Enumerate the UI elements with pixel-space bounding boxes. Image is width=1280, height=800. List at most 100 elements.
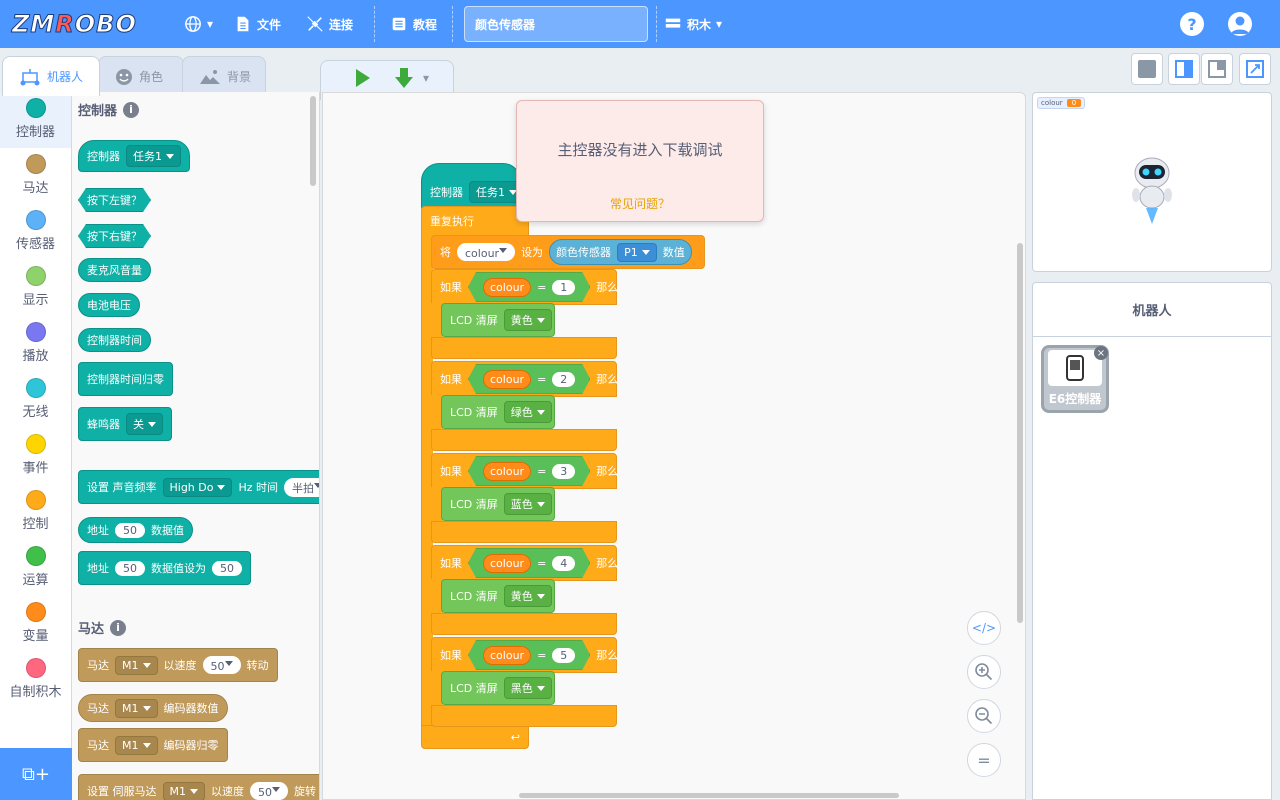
block-set-frequency[interactable]: 设置 声音频率 High Do Hz 时间 半拍 [78, 470, 319, 504]
workspace-v-scrollbar[interactable] [1017, 243, 1023, 623]
if-header[interactable]: 如果 colour = 1 那么 [431, 269, 618, 305]
colour-reporter[interactable]: colour [483, 370, 531, 389]
category-0[interactable]: 控制器 [0, 92, 71, 148]
code-view-button[interactable]: </> [967, 611, 1001, 645]
address-input[interactable]: 50 [115, 560, 145, 576]
equals-operator[interactable]: colour = 1 [468, 272, 590, 302]
large-stage-button[interactable] [1201, 53, 1233, 85]
block-time-reset[interactable]: 控制器时间归零 [78, 362, 173, 396]
connect-menu[interactable]: 连接 [306, 12, 353, 36]
category-7[interactable]: 控制 [0, 484, 71, 540]
compare-input[interactable]: 4 [552, 556, 575, 571]
compare-input[interactable]: 2 [552, 372, 575, 387]
run-flag-icon[interactable] [351, 67, 373, 89]
data-input[interactable]: 50 [212, 560, 242, 576]
category-10[interactable]: 自制积木 [0, 652, 71, 708]
block-address-data[interactable]: 地址 50 数据值 [78, 517, 193, 543]
fullscreen-button[interactable] [1239, 53, 1271, 85]
block-encoder-value[interactable]: 马达 M1 编码器数值 [78, 694, 228, 722]
user-avatar[interactable] [1228, 12, 1252, 36]
zoom-reset-button[interactable]: = [967, 743, 1001, 777]
if-header[interactable]: 如果 colour = 4 那么 [431, 545, 618, 581]
forever-block[interactable]: 重复执行 [421, 206, 529, 236]
tab-character[interactable]: 角色 [98, 56, 184, 96]
equals-operator[interactable]: colour = 3 [468, 456, 590, 486]
tab-robot[interactable]: 机器人 [2, 56, 100, 96]
equals-operator[interactable]: colour = 4 [468, 548, 590, 578]
motor-dropdown[interactable]: M1 [162, 781, 205, 800]
block-palette[interactable]: 控制器 i 控制器 任务1 按下左键？ 按下右键？ 麦克风音量 电池电压 控制器时间… [72, 92, 320, 800]
split-layout-button[interactable] [1168, 53, 1200, 85]
download-icon[interactable] [393, 66, 415, 90]
port-dropdown[interactable]: P1 [617, 242, 657, 262]
tutorial-menu[interactable]: 教程 [390, 12, 437, 36]
info-icon[interactable]: i [110, 619, 127, 636]
lcd-color-dropdown[interactable]: 绿色 [503, 401, 552, 423]
add-extension-button[interactable]: ⧉+ [0, 748, 72, 800]
if-header[interactable]: 如果 colour = 5 那么 [431, 637, 618, 673]
blocks-menu[interactable]: 积木 ▾ [664, 12, 722, 36]
compare-input[interactable]: 3 [552, 464, 575, 479]
e6-controller-item[interactable]: × E6控制器 [1041, 345, 1109, 413]
stage-preview[interactable]: colour 0 [1032, 92, 1272, 272]
task-dropdown[interactable]: 任务1 [126, 145, 181, 167]
color-sensor-reporter[interactable]: 颜色传感器 P1 数值 [549, 239, 692, 265]
compare-input[interactable]: 1 [552, 280, 575, 295]
faq-link[interactable]: 常见问题？ [517, 195, 763, 212]
file-menu[interactable]: 文件 [234, 12, 281, 36]
address-input[interactable]: 50 [115, 522, 145, 538]
colour-reporter[interactable]: colour [483, 646, 531, 665]
tab-background[interactable]: 背景 [182, 56, 266, 96]
category-4[interactable]: 播放 [0, 316, 71, 372]
block-left-key[interactable]: 按下左键？ [78, 188, 151, 212]
block-mic-volume[interactable]: 麦克风音量 [78, 258, 151, 282]
help-button[interactable]: ? [1180, 12, 1204, 36]
motor-dropdown[interactable]: M1 [115, 698, 158, 718]
small-stage-button[interactable] [1131, 53, 1163, 85]
equals-operator[interactable]: colour = 5 [468, 640, 590, 670]
colour-reporter[interactable]: colour [483, 554, 531, 573]
zoom-out-button[interactable] [967, 699, 1001, 733]
script-hat-controller[interactable]: 控制器 任务1 [421, 163, 524, 211]
lcd-color-dropdown[interactable]: 黑色 [503, 677, 552, 699]
block-controller-time[interactable]: 控制器时间 [78, 328, 151, 352]
category-5[interactable]: 无线 [0, 372, 71, 428]
block-battery[interactable]: 电池电压 [78, 293, 140, 317]
language-menu[interactable]: ▾ [184, 12, 213, 36]
category-8[interactable]: 运算 [0, 540, 71, 596]
if-header[interactable]: 如果 colour = 2 那么 [431, 361, 618, 397]
block-buzzer[interactable]: 蜂鸣器关 [78, 407, 172, 441]
variable-dropdown[interactable]: colour [457, 243, 516, 261]
beat-dropdown[interactable]: 半拍 [284, 477, 319, 497]
category-2[interactable]: 传感器 [0, 204, 71, 260]
workspace-h-scrollbar[interactable] [519, 793, 899, 798]
category-6[interactable]: 事件 [0, 428, 71, 484]
lcd-clear-block[interactable]: LCD 清屏 黑色 [441, 671, 555, 705]
note-dropdown[interactable]: High Do [162, 477, 233, 497]
speed-input[interactable]: 50 [202, 656, 241, 674]
zoom-in-button[interactable] [967, 655, 1001, 689]
compare-input[interactable]: 5 [552, 648, 575, 663]
lcd-clear-block[interactable]: LCD 清屏 黄色 [441, 303, 555, 337]
if-header[interactable]: 如果 colour = 3 那么 [431, 453, 618, 489]
block-servo-rotate[interactable]: 设置 伺服马达 M1 以速度 50 旋转 [78, 774, 319, 800]
info-icon[interactable]: i [123, 101, 140, 118]
block-address-set[interactable]: 地址 50 数据值设为 50 [78, 551, 251, 585]
colour-reporter[interactable]: colour [483, 462, 531, 481]
speed-input[interactable]: 50 [250, 782, 288, 800]
lcd-clear-block[interactable]: LCD 清屏 蓝色 [441, 487, 555, 521]
project-name-input[interactable]: 颜色传感器 [464, 6, 648, 42]
set-variable-block[interactable]: 将 colour 设为 颜色传感器 P1 数值 [431, 235, 705, 269]
delete-icon[interactable]: × [1094, 346, 1108, 360]
lcd-color-dropdown[interactable]: 黄色 [503, 585, 552, 607]
category-9[interactable]: 变量 [0, 596, 71, 652]
motor-dropdown[interactable]: M1 [115, 735, 158, 755]
lcd-clear-block[interactable]: LCD 清屏 黄色 [441, 579, 555, 613]
category-1[interactable]: 马达 [0, 148, 71, 204]
chevron-down-icon[interactable]: ▾ [423, 71, 429, 85]
category-3[interactable]: 显示 [0, 260, 71, 316]
equals-operator[interactable]: colour = 2 [468, 364, 590, 394]
block-right-key[interactable]: 按下右键？ [78, 224, 151, 248]
buzzer-dropdown[interactable]: 关 [126, 413, 163, 435]
lcd-clear-block[interactable]: LCD 清屏 绿色 [441, 395, 555, 429]
